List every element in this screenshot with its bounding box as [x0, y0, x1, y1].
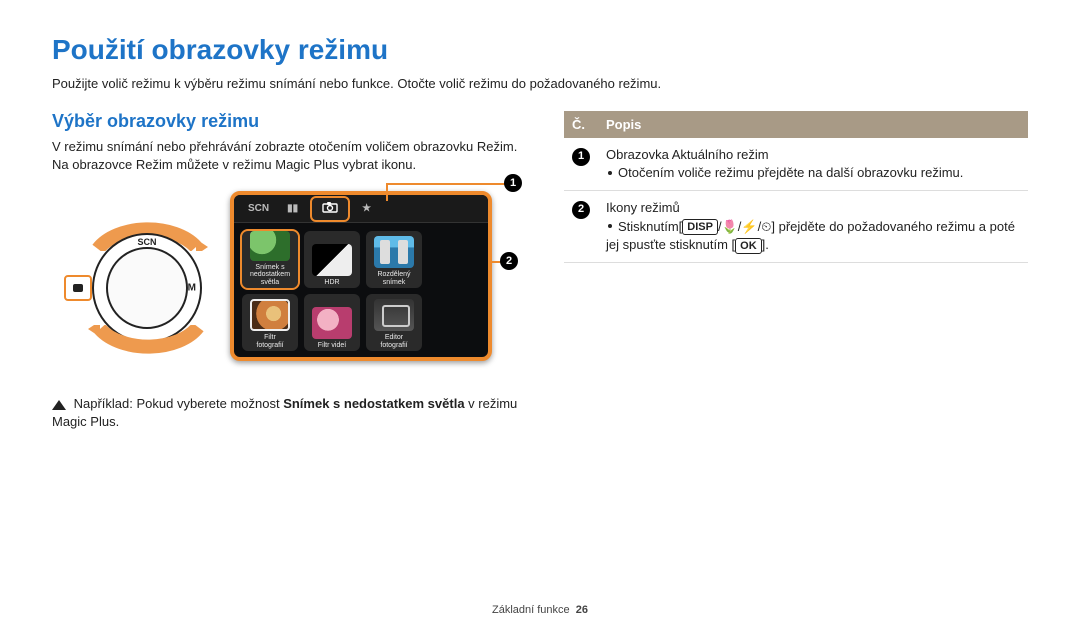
footer-page-number: 26 — [576, 604, 588, 616]
camera-lcd: SCN ▮▮ ★ Snímek snedostatkem světla — [230, 191, 492, 361]
mode-dial: SCN M — [52, 213, 212, 373]
right-column: Č. Popis 1 Obrazovka Aktuálního režim Ot… — [564, 111, 1028, 430]
example-bold: Snímek s nedostatkem světla — [283, 396, 464, 411]
dial-center — [106, 247, 188, 329]
description-table: Č. Popis 1 Obrazovka Aktuálního režim Ot… — [564, 111, 1028, 263]
th-description: Popis — [598, 111, 1028, 138]
left-column: Výběr obrazovky režimu V režimu snímání … — [52, 111, 532, 430]
row-2-title: Ikony režimů — [606, 199, 1020, 217]
tile-label: Filtrfotografií — [242, 334, 298, 349]
tile-label: Filtr videí — [304, 342, 360, 349]
example-prefix: Například: Pokud vyberete možnost — [74, 396, 284, 411]
photo-filter-icon — [250, 299, 290, 331]
dial-index-highlight — [64, 275, 92, 301]
row-1-bullet: Otočením voliče režimu přejděte na další… — [606, 164, 1020, 182]
tile-split-shot: Rozdělenýsnímek — [366, 231, 422, 288]
row-2-bullet: Stisknutím[DISP/🌷/⚡/⏲] přejděte do požad… — [606, 218, 1020, 255]
tile-low-light: Snímek snedostatkem světla — [242, 231, 298, 288]
row-2-badge: 2 — [572, 201, 590, 219]
tile-hdr: HDR — [304, 231, 360, 288]
timer-icon: ⏲ — [761, 218, 771, 236]
row-2-pre: Stisknutím[ — [618, 219, 682, 234]
footer-section: Základní funkce — [492, 604, 570, 616]
row-2-end: ]. — [762, 237, 769, 252]
example-text: Například: Pokud vyberete možnost Snímek… — [52, 395, 532, 430]
video-filter-icon — [312, 307, 352, 339]
callout-1-leader — [386, 183, 388, 201]
mode-tab-selected — [310, 196, 350, 222]
tile-photo-filter: Filtrfotografií — [242, 294, 298, 351]
mode-tab-bar: SCN ▮▮ ★ — [234, 195, 488, 223]
low-light-icon — [250, 231, 290, 261]
callout-1-leader — [386, 183, 506, 185]
photo-editor-icon — [374, 299, 414, 331]
triangle-bullet-icon — [52, 400, 66, 410]
page-footer: Základní funkce 26 — [0, 604, 1080, 616]
page-title: Použití obrazovky režimu — [52, 34, 1028, 66]
tile-label: HDR — [304, 279, 360, 286]
tile-photo-editor: Editorfotografií — [366, 294, 422, 351]
bullet-icon — [608, 171, 612, 175]
split-shot-icon — [374, 236, 414, 268]
camera-icon — [322, 200, 338, 218]
row-1-title: Obrazovka Aktuálního režim — [606, 146, 1020, 164]
mode-tab-scn: SCN — [242, 201, 275, 216]
rotate-arrow-bottom-icon — [88, 325, 208, 367]
callout-1-badge: 1 — [504, 174, 522, 192]
table-row: 2 Ikony režimů Stisknutím[DISP/🌷/⚡/⏲] př… — [564, 191, 1028, 263]
bullet-icon — [608, 224, 612, 228]
table-row: 1 Obrazovka Aktuálního režim Otočením vo… — [564, 138, 1028, 191]
callout-2-badge: 2 — [500, 252, 518, 270]
disp-key-icon: DISP — [682, 219, 718, 235]
row-1-badge: 1 — [572, 148, 590, 166]
tile-label: Snímek snedostatkem světla — [242, 264, 298, 286]
mode-diagram: SCN M SCN ▮▮ — [52, 183, 532, 383]
mode-tab-video-icon: ▮▮ — [281, 201, 304, 216]
tile-label: Editorfotografií — [366, 334, 422, 349]
mode-tab-magic-icon: ★ — [356, 201, 377, 216]
dial-mode-m: M — [188, 283, 196, 294]
ok-key-icon: OK — [735, 238, 762, 254]
two-columns: Výběr obrazovky režimu V režimu snímání … — [52, 111, 1028, 430]
section-body-2: Na obrazovce Režim můžete v režimu Magic… — [52, 156, 532, 174]
section-subhead: Výběr obrazovky režimu — [52, 111, 532, 132]
mode-grid: Snímek snedostatkem světla HDR Rozdělený… — [234, 223, 488, 359]
section-body-1: V režimu snímání nebo přehrávání zobrazt… — [52, 138, 532, 156]
flash-icon: ⚡ — [741, 218, 757, 236]
th-number: Č. — [564, 111, 598, 138]
row-1-bullet-text: Otočením voliče režimu přejděte na další… — [618, 165, 963, 180]
tile-video-filter: Filtr videí — [304, 294, 360, 351]
tile-label: Rozdělenýsnímek — [366, 271, 422, 286]
dial-mode-scn: SCN — [137, 237, 156, 247]
intro-text: Použijte volič režimu k výběru režimu sn… — [52, 76, 1028, 91]
hdr-icon — [312, 244, 352, 276]
macro-icon: 🌷 — [722, 218, 738, 236]
